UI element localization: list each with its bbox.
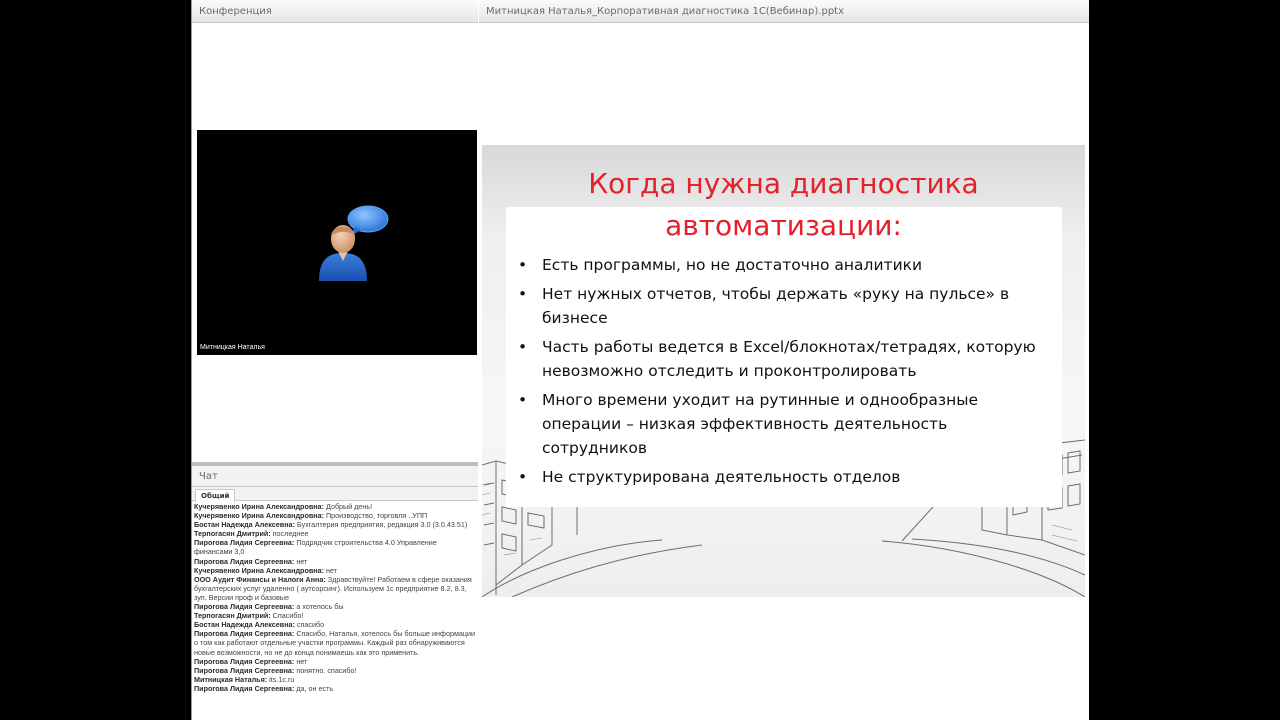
slide-bullet: Много времени уходит на рутинные и одноо… — [518, 388, 1048, 460]
chat-author: Бостан Надежда Алексевна: — [194, 620, 295, 630]
conference-pane: Конференция Митницкая Наталья — [192, 0, 478, 462]
chat-text: да, он есть — [294, 683, 334, 693]
chat-message: Бостан Надежда Алексевна: Бухгалтерия пр… — [194, 520, 476, 529]
chat-pane: Чат Общий Кучерявенко Ирина Александровн… — [192, 466, 478, 720]
tab-general[interactable]: Общий — [195, 489, 236, 502]
chat-text: Производство, торговля ..УПП — [324, 511, 428, 521]
chat-message: Бостан Надежда Алексевна: спасибо — [194, 620, 476, 629]
slide-bullet: Не структурирована деятельность отделов — [518, 465, 1048, 489]
slide-title-line2: автоматизации: — [665, 209, 902, 242]
user-speech-bubble-icon — [319, 205, 389, 281]
chat-author: Терпогасян Дмитрий: — [194, 529, 271, 539]
chat-message: ООО Аудит Финансы и Налоги Анна: Здравст… — [194, 575, 476, 602]
chat-message: Кучерявенко Ирина Александровна: нет — [194, 566, 476, 575]
chat-text: нет — [294, 556, 308, 566]
slide-bullet: Есть программы, но не достаточно аналити… — [518, 253, 1048, 277]
chat-message: Митницкая Наталья: its.1c.ru — [194, 675, 476, 684]
chat-author: Митницкая Наталья: — [194, 674, 268, 684]
chat-message: Пирогова Лидия Сергеевна: нет — [194, 657, 476, 666]
chat-message: Терпогасян Дмитрий: последнее — [194, 529, 476, 538]
chat-message: Терпогасян Дмитрий: Спасибо! — [194, 611, 476, 620]
slide-title: Когда нужна диагностика автоматизации: — [482, 163, 1085, 247]
chat-message: Пирогова Лидия Сергеевна: да, он есть — [194, 684, 476, 693]
speaker-video[interactable]: Митницкая Наталья — [197, 130, 477, 355]
presentation-pane: Митницкая Наталья_Корпоративная диагност… — [479, 0, 1089, 720]
chat-text: а хотелось бы — [294, 602, 344, 612]
chat-text: Добрый день! — [324, 502, 373, 511]
document-title: Митницкая Наталья_Корпоративная диагност… — [479, 0, 1089, 23]
chat-header: Чат — [192, 466, 478, 487]
chat-message: Пирогова Лидия Сергеевна: Спасибо, Натал… — [194, 629, 476, 656]
conference-header: Конференция — [192, 0, 478, 23]
chat-author: Кучерявенко Ирина Александровна: — [194, 565, 324, 575]
chat-text: Бухгалтерия предприятия, редакция 3.0 (3… — [294, 520, 468, 530]
chat-text: нет — [324, 565, 338, 575]
chat-message: Пирогова Лидия Сергеевна: нет — [194, 557, 476, 566]
chat-message-list[interactable]: Кучерявенко Ирина Александровна: Добрый … — [192, 501, 478, 719]
chat-author: Кучерявенко Ирина Александровна: — [194, 511, 324, 521]
chat-text: последнее — [270, 529, 309, 539]
chat-author: Пирогова Лидия Сергеевна: — [194, 538, 295, 548]
chat-author: Пирогова Лидия Сергеевна: — [194, 602, 295, 612]
chat-author: Бостан Надежда Алексевна: — [194, 520, 295, 530]
chat-message: Пирогова Лидия Сергеевна: Подрядчик стро… — [194, 538, 476, 556]
chat-author: Пирогова Лидия Сергеевна: — [194, 556, 295, 566]
chat-author: Пирогова Лидия Сергеевна: — [194, 665, 295, 675]
presentation-slide[interactable]: Когда нужна диагностика автоматизации: Е… — [482, 145, 1085, 597]
speaker-name-label: Митницкая Наталья — [200, 344, 265, 351]
webinar-window: Конференция Митницкая Наталья Чат Общий … — [191, 0, 1089, 720]
chat-text: its.1c.ru — [267, 674, 295, 684]
chat-author: Терпогасян Дмитрий: — [194, 611, 271, 621]
chat-author: Пирогова Лидия Сергеевна: — [194, 683, 295, 693]
chat-message: Пирогова Лидия Сергеевна: а хотелось бы — [194, 602, 476, 611]
chat-author: Пирогова Лидия Сергеевна: — [194, 629, 295, 639]
chat-text: нет — [294, 656, 308, 666]
slide-title-line1: Когда нужна диагностика — [588, 167, 979, 200]
chat-text: понятно. спасибо! — [294, 665, 357, 675]
chat-text: спасибо — [294, 620, 325, 630]
slide-bullet-list: Есть программы, но не достаточно аналити… — [518, 253, 1048, 494]
chat-author: Кучерявенко Ирина Александровна: — [194, 502, 324, 511]
chat-message: Кучерявенко Ирина Александровна: Добрый … — [194, 502, 476, 511]
chat-text: Спасибо! — [270, 611, 304, 621]
slide-bullet: Часть работы ведется в Excel/блокнотах/т… — [518, 335, 1048, 383]
slide-bullet: Нет нужных отчетов, чтобы держать «руку … — [518, 282, 1048, 330]
chat-message: Кучерявенко Ирина Александровна: Произво… — [194, 511, 476, 520]
chat-tabs: Общий — [192, 487, 478, 502]
left-column: Конференция Митницкая Наталья Чат Общий … — [192, 0, 478, 720]
chat-message: Пирогова Лидия Сергеевна: понятно. спаси… — [194, 666, 476, 675]
chat-author: ООО Аудит Финансы и Налоги Анна: — [194, 574, 326, 584]
chat-author: Пирогова Лидия Сергеевна: — [194, 656, 295, 666]
